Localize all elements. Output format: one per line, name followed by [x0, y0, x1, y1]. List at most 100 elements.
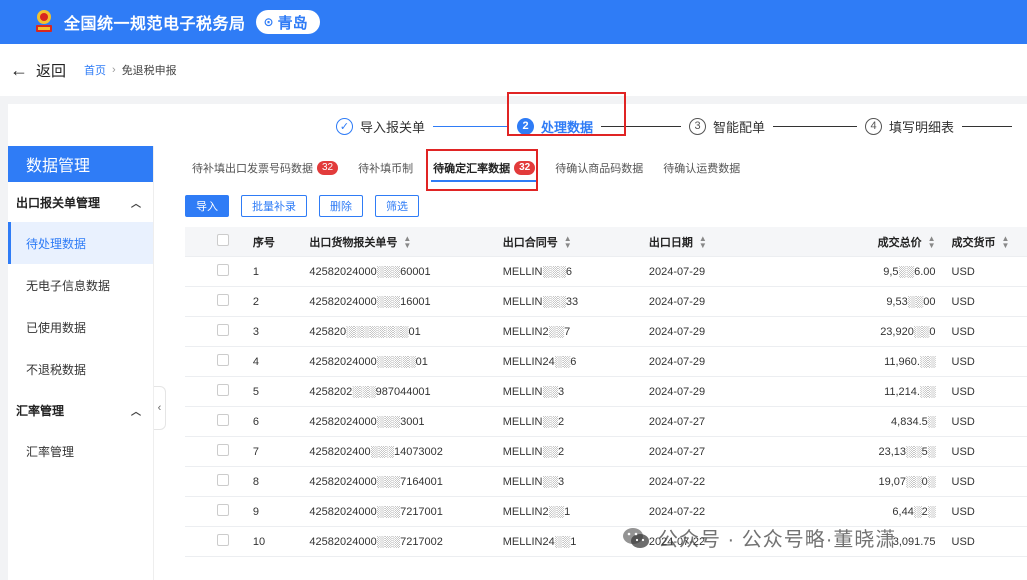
table-cell: 42582024000░░░7217001: [309, 505, 443, 518]
table-cell: MELLIN2░░7: [502, 325, 571, 338]
chevron-up-icon: ︿: [131, 198, 141, 210]
breadcrumb-home[interactable]: 首页: [84, 62, 106, 78]
app-title: 全国统一规范电子税务局: [64, 16, 246, 33]
table-cell: MELLIN24░░6: [502, 355, 577, 368]
filter-button[interactable]: 筛选: [375, 195, 419, 217]
step-import[interactable]: ✓ 导入报关单: [336, 117, 425, 136]
tab-label: 待补填出口发票号码数据: [192, 163, 313, 175]
table-cell: USD: [951, 355, 975, 368]
table-row[interactable]: 10 42582024000░░░7217002 MELLIN24░░1 2024-0…: [185, 527, 1027, 557]
tab-currency[interactable]: 待补填币制: [348, 152, 423, 184]
table-cell: 2024-07-22: [648, 475, 706, 488]
progress-steps: ✓ 导入报关单 2 处理数据 3 智能配单 4 填写明细表: [336, 112, 1020, 140]
row-checkbox[interactable]: [217, 354, 229, 366]
table-cell: 6: [252, 415, 259, 428]
table-cell: 7: [252, 445, 259, 458]
table-cell: 11,214.░░: [884, 385, 936, 398]
delete-button[interactable]: 删除: [319, 195, 363, 217]
table-cell: USD: [951, 415, 975, 428]
table-cell: MELLIN░░3: [502, 385, 565, 398]
sidebar-item-no-electronic[interactable]: 无电子信息数据: [8, 264, 153, 306]
step-label: 导入报关单: [360, 119, 426, 135]
sort-decl-header[interactable]: 出口货物报关单号 ▲ ▼: [309, 234, 502, 250]
row-checkbox[interactable]: [217, 504, 229, 516]
table-cell: 2024-07-22: [648, 535, 706, 548]
step-connector: [773, 125, 858, 127]
table-cell: USD: [951, 445, 975, 458]
row-checkbox[interactable]: [217, 294, 229, 306]
sidebar-item-non-refund[interactable]: 不退税数据: [8, 348, 153, 390]
table-cell: 4258202400░░░14073002: [309, 445, 443, 458]
step-match[interactable]: 3 智能配单: [689, 117, 765, 136]
tab-commodity-code[interactable]: 待确认商品码数据: [545, 152, 653, 184]
table-row[interactable]: 3 425820░░░░░░░░01 MELLIN2░░7 2024-07-29 23,…: [185, 317, 1027, 347]
row-checkbox[interactable]: [217, 414, 229, 426]
sort-icon: ▲ ▼: [698, 233, 707, 250]
table-cell: 2024-07-29: [648, 325, 706, 338]
row-checkbox[interactable]: [217, 534, 229, 546]
row-checkbox[interactable]: [217, 474, 229, 486]
table-row[interactable]: 2 42582024000░░░16001 MELLIN░░░33 2024-07-2…: [185, 287, 1027, 317]
table-row[interactable]: 1 42582024000░░░60001 MELLIN░░░6 2024-07-29…: [185, 257, 1027, 287]
region-selector[interactable]: ⊙ 青岛: [255, 10, 320, 34]
row-checkbox[interactable]: [217, 444, 229, 456]
arrow-left-icon: ←: [10, 59, 28, 80]
table-cell: 9,5░░6.00: [883, 265, 936, 278]
column-header: 序号: [252, 236, 275, 249]
row-checkbox[interactable]: [217, 264, 229, 276]
column-header: 成交货币: [951, 236, 996, 249]
table-cell: 425820░░░░░░░░01: [309, 325, 421, 338]
sort-currency-header[interactable]: 成交货币 ▲ ▼: [952, 234, 1027, 250]
sort-icon: ▲ ▼: [1001, 233, 1010, 250]
table-cell: MELLIN2░░1: [502, 505, 571, 518]
sort-icon: ▲ ▼: [563, 233, 572, 250]
sidebar-collapse-button[interactable]: ‹: [154, 386, 166, 430]
table-cell: 5: [252, 385, 259, 398]
column-header: 出口日期: [648, 236, 693, 249]
table-cell: 4258202░░░987044001: [309, 385, 431, 398]
table-cell: 42582024000░░░░░01: [309, 355, 428, 368]
sidebar-title: 数据管理: [8, 146, 153, 182]
sidebar-item-pending[interactable]: 待处理数据: [8, 222, 153, 264]
tab-label: 待补填币制: [358, 163, 414, 175]
table-row[interactable]: 4 42582024000░░░░░01 MELLIN24░░6 2024-07-29…: [185, 347, 1027, 377]
table-cell: USD: [951, 535, 975, 548]
batch-fill-button[interactable]: 批量补录: [241, 195, 307, 217]
table-row[interactable]: 9 42582024000░░░7217001 MELLIN2░░1 2024-07-…: [185, 497, 1027, 527]
step-connector: [433, 125, 510, 127]
table-row[interactable]: 6 42582024000░░░3001 MELLIN░░2 2024-07-27 4,…: [185, 407, 1027, 437]
table-cell: 6,44░2░: [892, 505, 936, 518]
step-fill-detail[interactable]: 4 填写明细表: [865, 117, 954, 136]
sidebar-group-declarations[interactable]: 出口报关单管理 ︿: [8, 182, 153, 222]
sidebar-item-used[interactable]: 已使用数据: [8, 306, 153, 348]
table-cell: USD: [951, 295, 975, 308]
tab-invoice-number[interactable]: 待补填出口发票号码数据 32: [182, 152, 348, 184]
row-checkbox[interactable]: [217, 384, 229, 396]
step-label: 智能配单: [713, 119, 766, 135]
import-button[interactable]: 导入: [185, 195, 229, 217]
back-button[interactable]: ← 返回: [10, 60, 66, 81]
table-row[interactable]: 7 4258202400░░░14073002 MELLIN░░2 2024-07-2…: [185, 437, 1027, 467]
select-all-checkbox[interactable]: [217, 234, 229, 246]
sort-amount-header[interactable]: 成交总价 ▲ ▼: [786, 234, 952, 250]
sort-contract-header[interactable]: 出口合同号 ▲ ▼: [503, 234, 649, 250]
table-row[interactable]: 5 4258202░░░987044001 MELLIN░░3 2024-07-29 1…: [185, 377, 1027, 407]
sidebar-group-exchange[interactable]: 汇率管理 ︿: [8, 390, 153, 430]
table-cell: 9,53░░00: [886, 295, 936, 308]
table-cell: 2024-07-27: [648, 445, 706, 458]
sort-date-header[interactable]: 出口日期 ▲ ▼: [649, 234, 786, 250]
row-checkbox[interactable]: [217, 324, 229, 336]
table-cell: USD: [951, 265, 975, 278]
location-pin-icon: ⊙: [263, 15, 274, 29]
tab-freight[interactable]: 待确认运费数据: [653, 152, 750, 184]
data-table: 序号 出口货物报关单号 ▲ ▼ 出口合同号 ▲ ▼ 出口日期 ▲ ▼ 成交总价 ▲ ▼ 成交货币…: [185, 227, 1027, 557]
table-cell: 2024-07-29: [648, 295, 706, 308]
table-cell: 23,920░░0: [880, 325, 936, 338]
toolbar: 导入 批量补录 删除 筛选: [185, 195, 419, 217]
table-cell: 4: [252, 355, 259, 368]
table-row[interactable]: 8 42582024000░░░7164001 MELLIN░░3 2024-07-2…: [185, 467, 1027, 497]
table-cell: 8: [252, 475, 259, 488]
table-cell: 19,07░░0░: [878, 475, 936, 488]
nav-bar: ← 返回 首页 › 免退税申报: [0, 44, 1027, 96]
sidebar-item-exchange-rate[interactable]: 汇率管理: [8, 430, 153, 472]
